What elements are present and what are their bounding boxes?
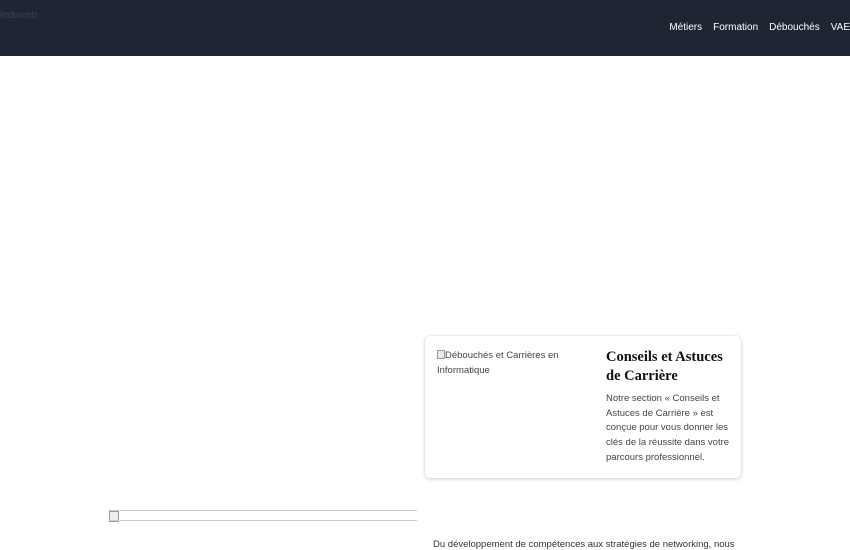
broken-image-icon (437, 350, 445, 359)
nav-formation[interactable]: Formation (713, 22, 758, 33)
top-navbar: leduweb Métiers Formation Débouchés VAE (0, 0, 850, 56)
nav-metiers[interactable]: Métiers (669, 22, 702, 33)
divider-bottom (109, 520, 417, 521)
nav-debouches[interactable]: Débouchés (769, 22, 820, 33)
nav-vae[interactable]: VAE (831, 22, 850, 33)
site-logo[interactable]: leduweb (0, 10, 37, 21)
divider-top (109, 510, 417, 511)
career-tips-card[interactable]: Débouchés et Carrières en Informatique C… (425, 336, 741, 478)
card-description: Notre section « Conseils et Astuces de C… (606, 393, 730, 463)
card-image-alt: Débouchés et Carrières en Informatique (437, 350, 559, 376)
intro-paragraph: Du développement de compétences aux stra… (433, 539, 735, 550)
main-nav: Métiers Formation Débouchés VAE (658, 22, 850, 33)
card-image-broken: Débouchés et Carrières en Informatique (437, 348, 587, 378)
card-title: Conseils et Astuces de Carrière (606, 349, 723, 384)
